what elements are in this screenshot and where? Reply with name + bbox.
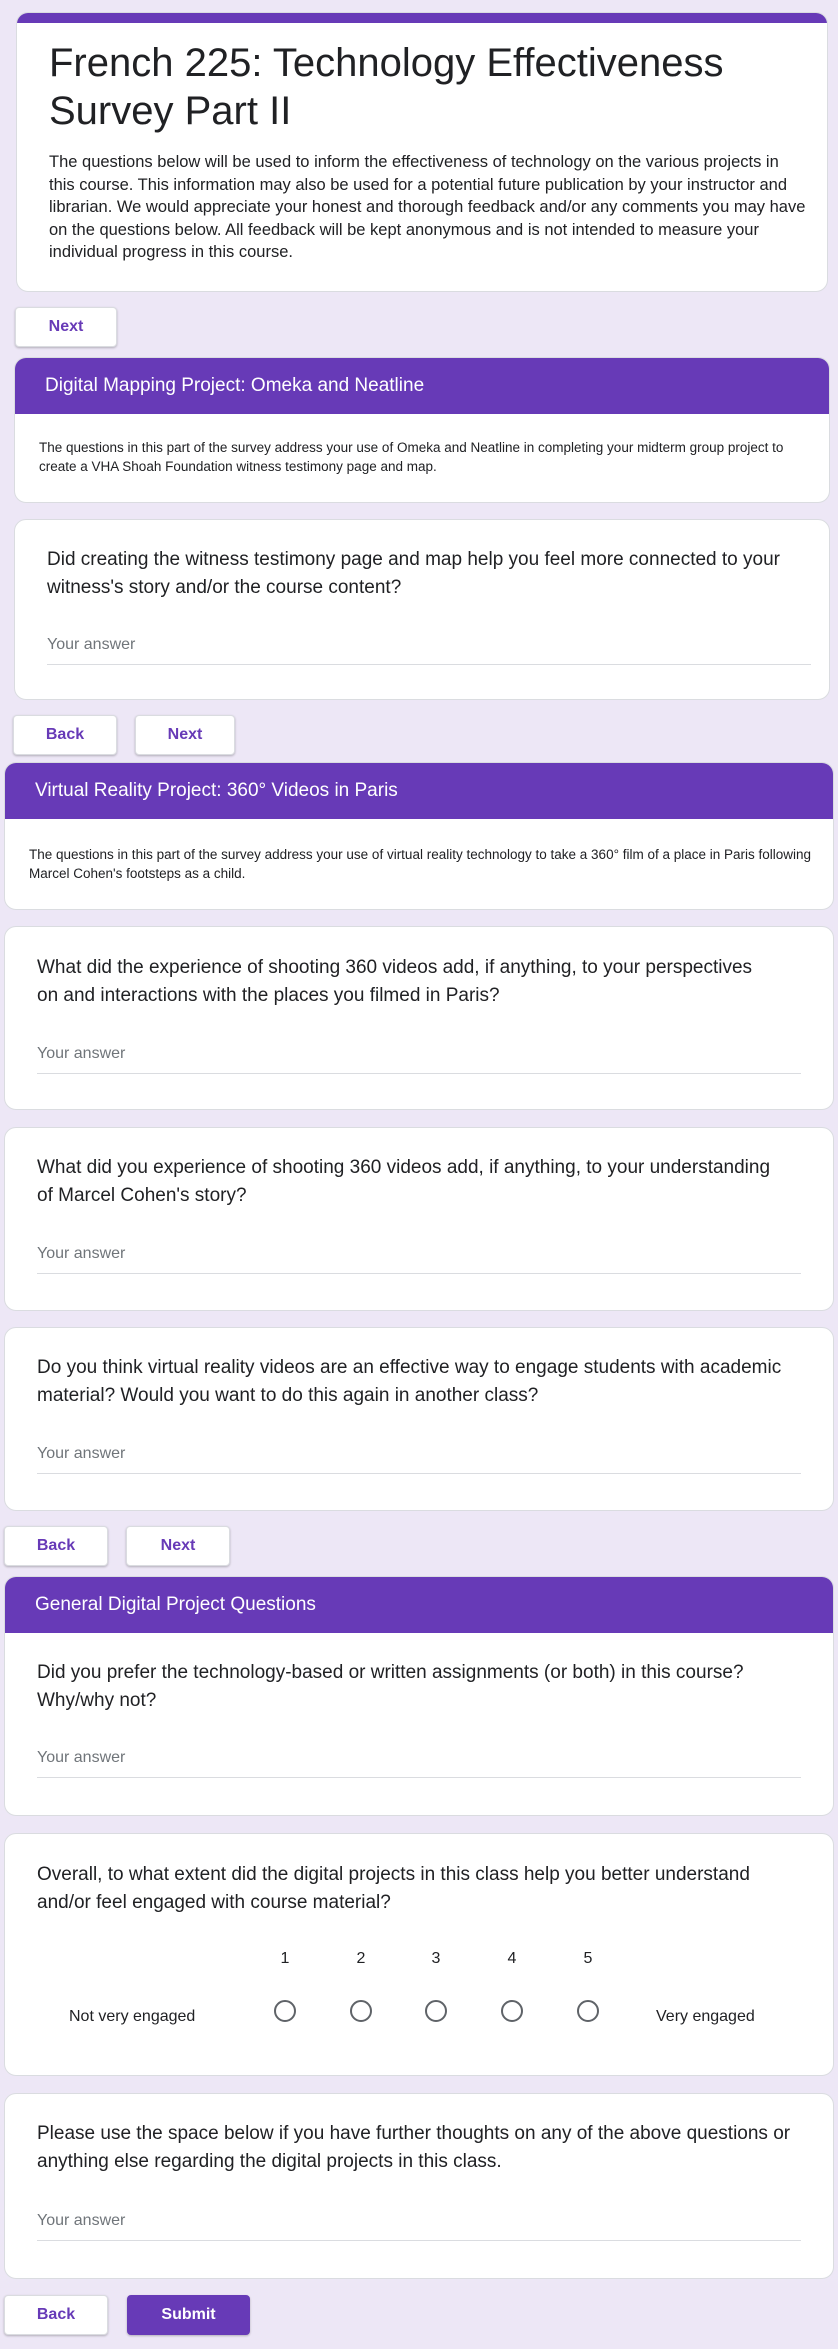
- section-title: Digital Mapping Project: Omeka and Neatl…: [15, 358, 829, 414]
- scale-number: 2: [356, 1950, 366, 1967]
- next-button[interactable]: Next: [126, 1526, 230, 1566]
- submit-button[interactable]: Submit: [127, 2295, 250, 2335]
- section-digital-mapping: Digital Mapping Project: Omeka and Neatl…: [14, 357, 830, 503]
- back-button[interactable]: Back: [13, 715, 117, 755]
- form-title: French 225: Technology Effectiveness Sur…: [49, 41, 724, 133]
- scale-high-label: Very engaged: [656, 2008, 755, 2025]
- section-description: The questions in this part of the survey…: [39, 440, 784, 474]
- question-card: What did the experience of shooting 360 …: [4, 926, 834, 1110]
- scale-radio-1[interactable]: [274, 2000, 296, 2022]
- section-description: The questions in this part of the survey…: [29, 847, 812, 881]
- question-text: What did you experience of shooting 360 …: [37, 1157, 771, 1206]
- form-description: The questions below will be used to info…: [49, 153, 806, 261]
- section-title: General Digital Project Questions: [5, 1577, 833, 1633]
- scale-radio-5[interactable]: [577, 2000, 599, 2022]
- answer-input[interactable]: Your answer: [37, 1445, 801, 1474]
- back-button[interactable]: Back: [4, 2295, 108, 2335]
- scale-question-card: Overall, to what extent did the digital …: [4, 1833, 834, 2076]
- back-button[interactable]: Back: [4, 1526, 108, 1566]
- answer-input[interactable]: Your answer: [37, 1245, 801, 1274]
- section-general-digital: General Digital Project Questions Did yo…: [4, 1576, 834, 1816]
- scale-radio-2[interactable]: [350, 2000, 372, 2022]
- question-text: Overall, to what extent did the digital …: [37, 1864, 750, 1913]
- answer-input[interactable]: Your answer: [37, 1749, 801, 1778]
- section-title: Virtual Reality Project: 360° Videos in …: [5, 763, 833, 819]
- question-text: Did creating the witness testimony page …: [47, 549, 780, 598]
- scale-number: 1: [280, 1950, 290, 1967]
- accent-bar: [17, 13, 827, 23]
- scale-number: 4: [507, 1950, 517, 1967]
- answer-input[interactable]: Your answer: [37, 2212, 801, 2241]
- question-card: What did you experience of shooting 360 …: [4, 1127, 834, 1311]
- answer-input[interactable]: Your answer: [47, 636, 811, 665]
- next-button[interactable]: Next: [135, 715, 235, 755]
- question-card: Do you think virtual reality videos are …: [4, 1327, 834, 1511]
- question-text: What did the experience of shooting 360 …: [37, 957, 753, 1006]
- scale-radio-3[interactable]: [425, 2000, 447, 2022]
- answer-input[interactable]: Your answer: [37, 1045, 801, 1074]
- scale-radio-4[interactable]: [501, 2000, 523, 2022]
- form-header-card: French 225: Technology Effectiveness Sur…: [16, 12, 828, 292]
- scale-number: 3: [431, 1950, 441, 1967]
- question-text: Do you think virtual reality videos are …: [37, 1357, 782, 1406]
- section-virtual-reality: Virtual Reality Project: 360° Videos in …: [4, 762, 834, 910]
- question-card: Did creating the witness testimony page …: [14, 519, 830, 700]
- next-button[interactable]: Next: [15, 307, 117, 347]
- question-card: Please use the space below if you have f…: [4, 2093, 834, 2279]
- question-text: Did you prefer the technology-based or w…: [37, 1662, 744, 1711]
- question-text: Please use the space below if you have f…: [37, 2123, 791, 2172]
- scale-low-label: Not very engaged: [69, 2008, 196, 2025]
- scale-number: 5: [583, 1950, 593, 1967]
